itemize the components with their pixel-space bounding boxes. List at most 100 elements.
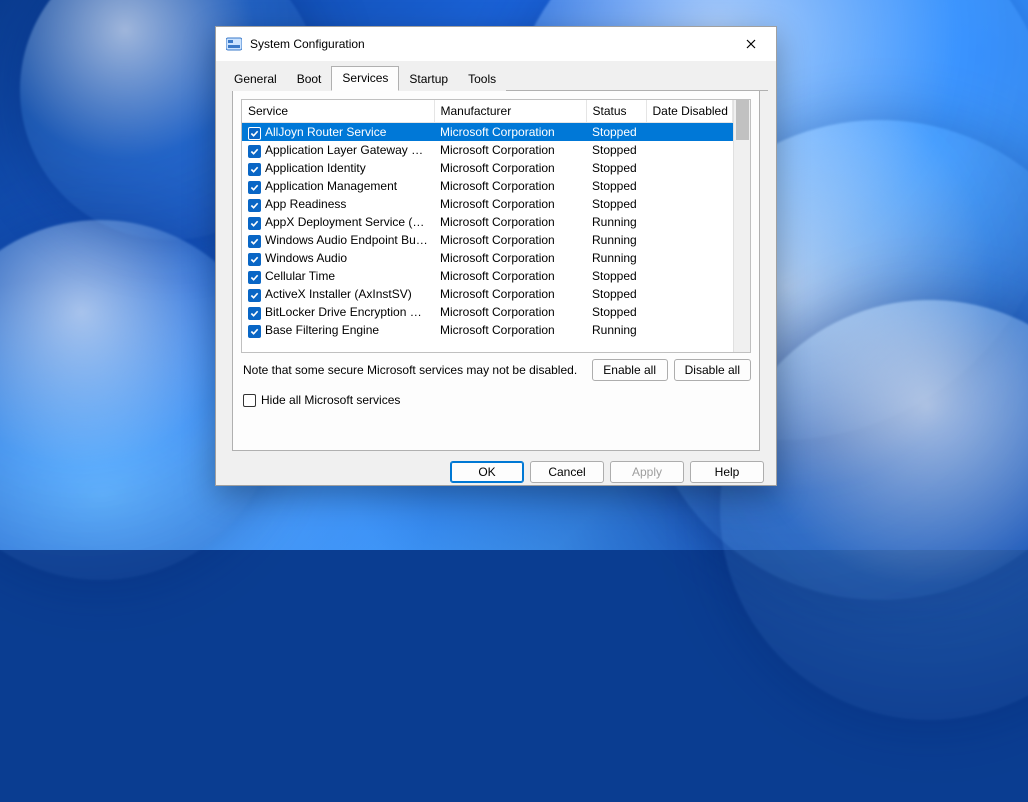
row-checkbox[interactable] bbox=[248, 325, 261, 338]
table-row[interactable]: ActiveX Installer (AxInstSV) Microsoft Co… bbox=[242, 285, 733, 303]
cell-manufacturer: Microsoft Corporation bbox=[434, 285, 586, 303]
apply-button[interactable]: Apply bbox=[610, 461, 684, 483]
cell-status: Stopped bbox=[586, 123, 646, 141]
cell-status: Stopped bbox=[586, 159, 646, 177]
cell-date_disabled bbox=[646, 231, 733, 249]
tab-general[interactable]: General bbox=[224, 68, 287, 91]
window-title: System Configuration bbox=[250, 37, 365, 51]
cell-date_disabled bbox=[646, 303, 733, 321]
col-service[interactable]: Service bbox=[242, 100, 434, 123]
cell-status: Stopped bbox=[586, 177, 646, 195]
row-checkbox[interactable] bbox=[248, 253, 261, 266]
cell-manufacturer: Microsoft Corporation bbox=[434, 321, 586, 339]
tab-startup[interactable]: Startup bbox=[399, 68, 458, 91]
ok-button[interactable]: OK bbox=[450, 461, 524, 483]
cell-manufacturer: Microsoft Corporation bbox=[434, 231, 586, 249]
cell-manufacturer: Microsoft Corporation bbox=[434, 123, 586, 141]
tab-tools[interactable]: Tools bbox=[458, 68, 506, 91]
cell-date_disabled bbox=[646, 195, 733, 213]
row-checkbox[interactable] bbox=[248, 271, 261, 284]
cell-status: Stopped bbox=[586, 285, 646, 303]
close-button[interactable] bbox=[728, 29, 774, 59]
titlebar[interactable]: System Configuration bbox=[216, 27, 776, 61]
vertical-scrollbar[interactable] bbox=[733, 100, 750, 352]
cell-date_disabled bbox=[646, 321, 733, 339]
cell-status: Stopped bbox=[586, 141, 646, 159]
help-button[interactable]: Help bbox=[690, 461, 764, 483]
services-tabpane: Service Manufacturer Status Date Disable… bbox=[232, 91, 760, 451]
close-icon bbox=[746, 39, 756, 49]
table-row[interactable]: Cellular Time Microsoft CorporationStoppe… bbox=[242, 267, 733, 285]
row-checkbox[interactable] bbox=[248, 145, 261, 158]
cell-manufacturer: Microsoft Corporation bbox=[434, 267, 586, 285]
cell-status: Running bbox=[586, 231, 646, 249]
tabbar: GeneralBootServicesStartupTools bbox=[224, 65, 768, 91]
table-row[interactable]: App ReadinessMicrosoft CorporationStoppe… bbox=[242, 195, 733, 213]
table-row[interactable]: Windows Audio Microsoft CorporationRunnin… bbox=[242, 249, 733, 267]
cell-date_disabled bbox=[646, 213, 733, 231]
service-name: Application Management bbox=[265, 179, 397, 193]
table-row[interactable]: AllJoyn Router Service Microsoft Corporat… bbox=[242, 123, 733, 141]
services-table: Service Manufacturer Status Date Disable… bbox=[241, 99, 751, 353]
cell-manufacturer: Microsoft Corporation bbox=[434, 249, 586, 267]
service-name: Application Identity bbox=[265, 161, 366, 175]
cell-status: Stopped bbox=[586, 195, 646, 213]
cancel-button[interactable]: Cancel bbox=[530, 461, 604, 483]
cell-date_disabled bbox=[646, 141, 733, 159]
table-row[interactable]: Application Management Microsoft Corporat… bbox=[242, 177, 733, 195]
table-row[interactable]: BitLocker Drive Encryption ServiceMicros… bbox=[242, 303, 733, 321]
service-name: Base Filtering Engine bbox=[265, 323, 379, 337]
col-status[interactable]: Status bbox=[586, 100, 646, 123]
row-checkbox[interactable] bbox=[248, 127, 261, 140]
cell-manufacturer: Microsoft Corporation bbox=[434, 213, 586, 231]
table-row[interactable]: Windows Audio Endpoint BuilderMicrosoft … bbox=[242, 231, 733, 249]
row-checkbox[interactable] bbox=[248, 307, 261, 320]
scrollbar-thumb[interactable] bbox=[736, 100, 749, 140]
row-checkbox[interactable] bbox=[248, 181, 261, 194]
hide-ms-services-checkbox[interactable] bbox=[243, 394, 256, 407]
row-checkbox[interactable] bbox=[248, 235, 261, 248]
service-name: ActiveX Installer (AxInstSV) bbox=[265, 287, 412, 301]
table-row[interactable]: Base Filtering Engine Microsoft Corporati… bbox=[242, 321, 733, 339]
col-date-disabled[interactable]: Date Disabled bbox=[646, 100, 733, 123]
service-name: BitLocker Drive Encryption Service bbox=[265, 305, 434, 319]
cell-manufacturer: Microsoft Corporation bbox=[434, 141, 586, 159]
enable-all-button[interactable]: Enable all bbox=[592, 359, 668, 381]
service-name: Application Layer Gateway Service bbox=[265, 143, 434, 157]
tab-services[interactable]: Services bbox=[331, 66, 399, 91]
msconfig-icon bbox=[226, 36, 242, 52]
table-row[interactable]: Application Identity Microsoft Corporatio… bbox=[242, 159, 733, 177]
service-name: Windows Audio bbox=[265, 251, 347, 265]
cell-status: Stopped bbox=[586, 267, 646, 285]
service-name: Cellular Time bbox=[265, 269, 335, 283]
cell-status: Running bbox=[586, 213, 646, 231]
cell-date_disabled bbox=[646, 123, 733, 141]
cell-date_disabled bbox=[646, 267, 733, 285]
service-name: AppX Deployment Service (AppX... bbox=[265, 215, 434, 229]
disable-all-button[interactable]: Disable all bbox=[674, 359, 751, 381]
row-checkbox[interactable] bbox=[248, 163, 261, 176]
cell-status: Running bbox=[586, 321, 646, 339]
cell-manufacturer: Microsoft Corporation bbox=[434, 195, 586, 213]
service-name: Windows Audio Endpoint Builder bbox=[265, 233, 434, 247]
row-checkbox[interactable] bbox=[248, 217, 261, 230]
tab-boot[interactable]: Boot bbox=[287, 68, 332, 91]
row-checkbox[interactable] bbox=[248, 289, 261, 302]
table-row[interactable]: AppX Deployment Service (AppX...Microsof… bbox=[242, 213, 733, 231]
service-name: AllJoyn Router Service bbox=[265, 125, 386, 139]
cell-date_disabled bbox=[646, 249, 733, 267]
cell-date_disabled bbox=[646, 285, 733, 303]
note-text: Note that some secure Microsoft services… bbox=[241, 363, 577, 377]
row-checkbox[interactable] bbox=[248, 199, 261, 212]
hide-ms-services-label[interactable]: Hide all Microsoft services bbox=[261, 393, 400, 407]
cell-date_disabled bbox=[646, 159, 733, 177]
cell-status: Stopped bbox=[586, 303, 646, 321]
cell-manufacturer: Microsoft Corporation bbox=[434, 303, 586, 321]
cell-manufacturer: Microsoft Corporation bbox=[434, 159, 586, 177]
dialog-footer: OK Cancel Apply Help bbox=[216, 451, 776, 483]
table-row[interactable]: Application Layer Gateway ServiceMicroso… bbox=[242, 141, 733, 159]
cell-status: Running bbox=[586, 249, 646, 267]
cell-manufacturer: Microsoft Corporation bbox=[434, 177, 586, 195]
col-manufacturer[interactable]: Manufacturer bbox=[434, 100, 586, 123]
system-configuration-window: System Configuration GeneralBootServices… bbox=[215, 26, 777, 486]
